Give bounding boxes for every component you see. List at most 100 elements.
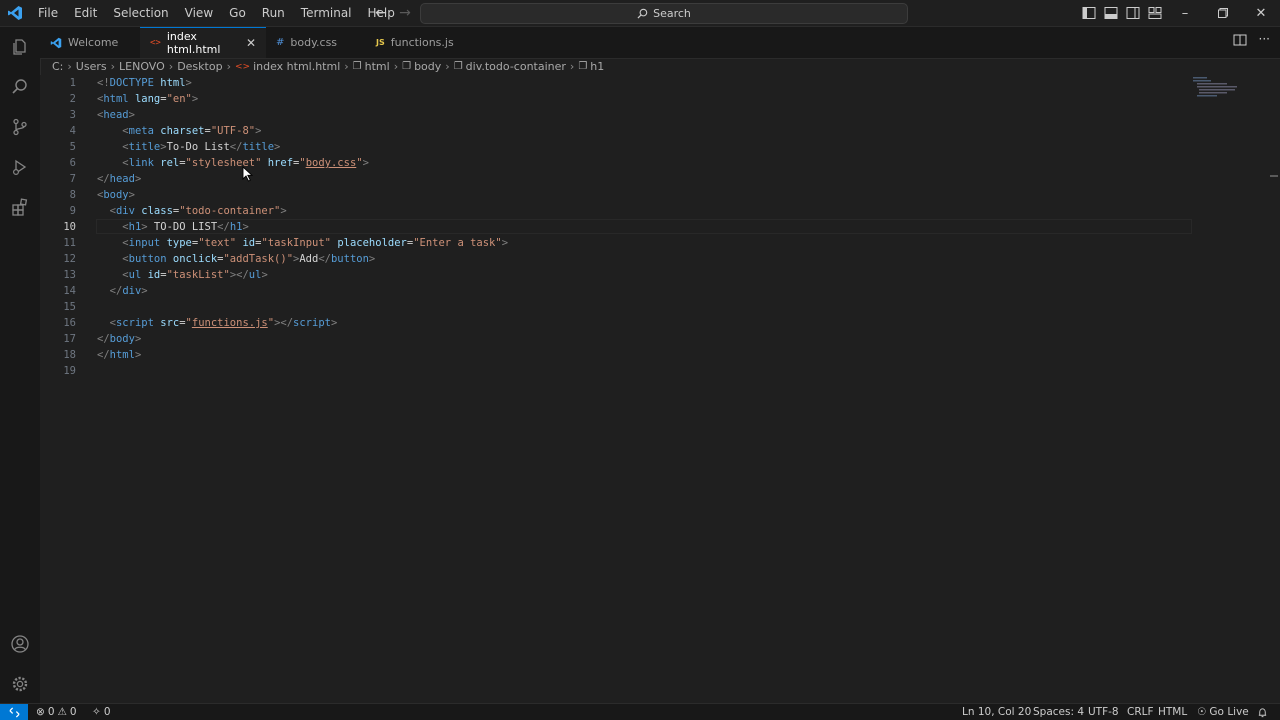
code-token: <!: [97, 77, 110, 89]
code-line[interactable]: <title>To-Do List</title>: [97, 139, 280, 155]
more-actions-icon[interactable]: ···: [1259, 33, 1270, 50]
code-line[interactable]: <!DOCTYPE html>: [97, 75, 192, 91]
tab-functions-js[interactable]: JS functions.js: [366, 27, 470, 58]
source-control-icon[interactable]: [0, 107, 40, 147]
menu-bar: File Edit Selection View Go Run Terminal…: [30, 0, 403, 26]
toggle-primary-sidebar-icon[interactable]: [1080, 4, 1098, 22]
code-token: DOCTYPE: [109, 77, 154, 89]
back-arrow-icon[interactable]: ←: [372, 3, 390, 23]
activity-bar: [0, 27, 41, 703]
menu-run[interactable]: Run: [254, 0, 293, 26]
code-line[interactable]: <button onclick="addTask()">Add</button>: [97, 251, 375, 267]
problems-indicator[interactable]: ⊗ 0 ⚠ 0: [36, 704, 77, 720]
menu-file[interactable]: File: [30, 0, 66, 26]
code-line[interactable]: <head>: [97, 107, 135, 123]
breadcrumb-item[interactable]: C:: [52, 60, 63, 73]
tab-index-html[interactable]: <> index html.html ✕: [140, 27, 266, 58]
code-token: >: [501, 237, 509, 249]
language-mode[interactable]: HTML: [1158, 704, 1187, 720]
menu-terminal[interactable]: Terminal: [293, 0, 360, 26]
breadcrumb-item-file[interactable]: <> index html.html: [235, 60, 340, 73]
command-search-box[interactable]: Search: [420, 3, 908, 24]
code-line[interactable]: <div class="todo-container">: [97, 203, 287, 219]
code-line[interactable]: </body>: [97, 331, 141, 347]
forward-arrow-icon[interactable]: →: [396, 3, 414, 23]
code-token: "Enter a task": [413, 237, 502, 249]
extensions-icon[interactable]: [0, 187, 40, 227]
line-number: 11: [63, 237, 76, 249]
breadcrumb-label: html: [364, 60, 390, 73]
code-line[interactable]: <ul id="taskList"></ul>: [97, 267, 267, 283]
go-live-label: Go Live: [1209, 706, 1249, 718]
code-token: link: [128, 157, 154, 169]
code-line[interactable]: </html>: [97, 347, 141, 363]
code-token: functions.js: [191, 317, 268, 329]
menu-selection[interactable]: Selection: [105, 0, 176, 26]
code-token: >: [362, 157, 369, 169]
breadcrumb-item[interactable]: Desktop: [177, 60, 222, 73]
breadcrumb-item-symbol[interactable]: ❐ body: [402, 60, 441, 73]
split-editor-icon[interactable]: [1233, 33, 1247, 50]
code-line[interactable]: <script src="functions.js"></script>: [97, 315, 338, 331]
breadcrumb-item-symbol[interactable]: ❐ div.todo-container: [454, 60, 566, 73]
line-number: 7: [69, 173, 76, 185]
css-file-icon: #: [276, 37, 285, 48]
breadcrumb-item[interactable]: LENOVO: [119, 60, 165, 73]
remote-window-icon[interactable]: [0, 704, 28, 720]
settings-gear-icon[interactable]: [0, 664, 40, 704]
toggle-secondary-sidebar-icon[interactable]: [1124, 4, 1142, 22]
indentation-indicator[interactable]: Spaces: 4: [1033, 704, 1084, 720]
search-view-icon[interactable]: [0, 67, 40, 107]
code-line[interactable]: <body>: [97, 187, 135, 203]
broadcast-icon: ☉: [1197, 706, 1207, 718]
code-line[interactable]: <h1> TO-DO LIST</h1>: [97, 219, 249, 235]
menu-go[interactable]: Go: [221, 0, 254, 26]
code-editor[interactable]: 1 2 3 4 5 6 7 8 9 10 11 12 13 14 15 16 17 18 19 <!DOCTYPE …: [40, 75, 1280, 703]
chevron-right-icon: ›: [67, 60, 72, 73]
menu-view[interactable]: View: [177, 0, 221, 26]
code-line[interactable]: </div>: [97, 283, 148, 299]
eol-indicator[interactable]: CRLF: [1127, 704, 1154, 720]
ports-indicator[interactable]: ✧ 0: [92, 704, 111, 720]
tab-welcome[interactable]: Welcome: [40, 27, 140, 58]
code-token: button: [330, 253, 369, 265]
line-number: 6: [69, 157, 76, 169]
code-token: charset: [160, 125, 205, 137]
cursor-position[interactable]: Ln 10, Col 20: [962, 704, 1031, 720]
code-token: lang: [134, 93, 161, 105]
close-tab-icon[interactable]: ✕: [246, 36, 256, 50]
minimize-icon[interactable]: –: [1166, 0, 1204, 26]
notifications-bell-icon[interactable]: [1257, 704, 1268, 720]
code-line[interactable]: </head>: [97, 171, 141, 187]
code-line[interactable]: <html lang="en">: [97, 91, 198, 107]
code-token: ul: [128, 269, 142, 281]
line-number: 15: [63, 301, 76, 313]
breadcrumb-item[interactable]: Users: [76, 60, 107, 73]
run-debug-icon[interactable]: [0, 147, 40, 187]
maximize-icon[interactable]: [1204, 0, 1242, 26]
code-token: >: [191, 93, 199, 105]
code-token: >: [134, 173, 142, 185]
code-token: "UTF-8": [210, 125, 256, 137]
code-line[interactable]: <input type="text" id="taskInput" placeh…: [97, 235, 508, 251]
toggle-panel-icon[interactable]: [1102, 4, 1120, 22]
menu-edit[interactable]: Edit: [66, 0, 105, 26]
tab-body-css[interactable]: # body.css: [266, 27, 364, 58]
error-count: 0: [47, 706, 55, 718]
explorer-icon[interactable]: [0, 27, 40, 67]
customize-layout-icon[interactable]: [1146, 4, 1164, 22]
code-token: class: [141, 205, 173, 217]
minimap[interactable]: [1193, 75, 1263, 105]
code-token: div: [115, 205, 135, 217]
encoding-indicator[interactable]: UTF-8: [1088, 704, 1119, 720]
code-token: body: [109, 333, 135, 345]
code-line[interactable]: <meta charset="UTF-8">: [97, 123, 261, 139]
breadcrumb-item-symbol[interactable]: ❐ h1: [578, 60, 604, 73]
breadcrumb-item-symbol[interactable]: ❐ html: [353, 60, 390, 73]
code-line[interactable]: <link rel="stylesheet" href="body.css">: [97, 155, 369, 171]
accounts-icon[interactable]: [0, 624, 40, 664]
close-window-icon[interactable]: ✕: [1242, 0, 1280, 26]
go-live-button[interactable]: ☉ Go Live: [1197, 704, 1249, 720]
